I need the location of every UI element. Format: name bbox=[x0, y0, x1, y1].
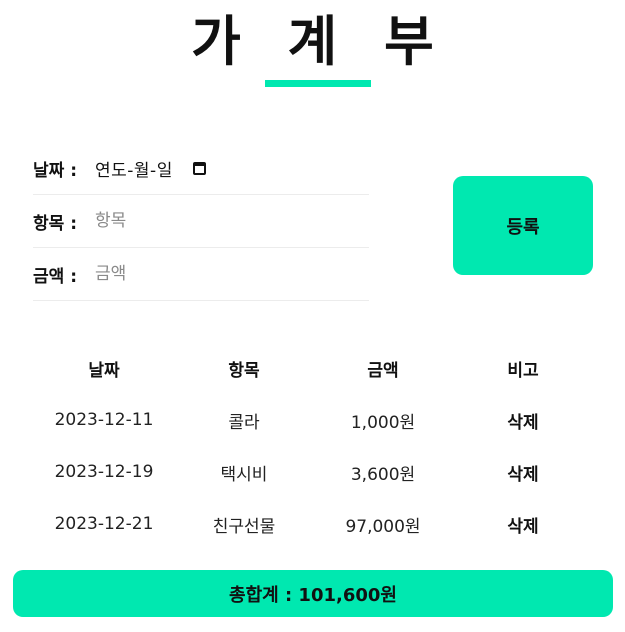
item-label: 항목 : bbox=[33, 213, 77, 234]
row-item: 콜라 bbox=[228, 412, 260, 433]
entry-form: 날짜 : 연도-월-일 항목 : 금액 : bbox=[33, 142, 369, 301]
date-placeholder[interactable]: 연도-월-일 bbox=[95, 156, 173, 181]
amount-input[interactable] bbox=[95, 264, 295, 284]
item-input[interactable] bbox=[95, 211, 295, 231]
page-title: 가 계 부 bbox=[191, 10, 448, 73]
date-field[interactable]: 연도-월-일 bbox=[95, 156, 206, 181]
row-date: 2023-12-19 bbox=[54, 462, 154, 482]
table-header-row: 날짜 항목 금액 비고 bbox=[33, 342, 593, 394]
calendar-icon[interactable] bbox=[192, 161, 206, 175]
row-amount: 97,000원 bbox=[345, 516, 421, 537]
total-label: 총합계 : 101,600원 bbox=[229, 584, 397, 606]
header-amount: 금액 bbox=[367, 360, 399, 381]
row-date: 2023-12-21 bbox=[54, 514, 154, 534]
table-row: 2023-12-21 친구선물 97,000원 삭제 bbox=[33, 498, 593, 550]
header-note: 비고 bbox=[507, 360, 539, 381]
total-bar: 총합계 : 101,600원 bbox=[13, 570, 613, 617]
item-row: 항목 : bbox=[33, 195, 369, 248]
date-row: 날짜 : 연도-월-일 bbox=[33, 142, 369, 195]
delete-button[interactable]: 삭제 bbox=[453, 394, 593, 446]
row-date: 2023-12-11 bbox=[54, 410, 154, 430]
date-label: 날짜 : bbox=[33, 160, 77, 181]
table-row: 2023-12-19 택시비 3,600원 삭제 bbox=[33, 446, 593, 498]
delete-button[interactable]: 삭제 bbox=[453, 446, 593, 498]
amount-row: 금액 : bbox=[33, 248, 369, 301]
row-amount: 1,000원 bbox=[350, 412, 416, 433]
row-item: 친구선물 bbox=[212, 516, 276, 537]
amount-label: 금액 : bbox=[33, 266, 77, 287]
table-row: 2023-12-11 콜라 1,000원 삭제 bbox=[33, 394, 593, 446]
header-item: 항목 bbox=[228, 360, 260, 381]
row-item: 택시비 bbox=[220, 464, 268, 485]
title-underline bbox=[265, 80, 371, 87]
row-amount: 3,600원 bbox=[350, 464, 416, 485]
header-date: 날짜 bbox=[88, 360, 120, 381]
expense-table: 날짜 항목 금액 비고 2023-12-11 콜라 1,000원 삭제 2023… bbox=[33, 342, 593, 550]
delete-button[interactable]: 삭제 bbox=[453, 498, 593, 550]
submit-button[interactable]: 등록 bbox=[453, 176, 593, 275]
